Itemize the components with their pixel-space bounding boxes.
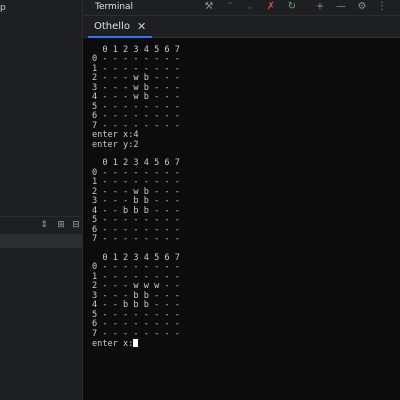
arrow-down-icon[interactable]: ⌄: [243, 0, 257, 14]
text-cursor: [133, 339, 139, 348]
terminal-output: 0 1 2 3 4 5 6 7 0 - - - - - - - - 1 - - …: [92, 45, 180, 350]
arrow-up-icon[interactable]: ⌃: [223, 0, 237, 14]
project-panel: p ⇕ ⊞ ⊟: [0, 0, 83, 400]
tab-othello[interactable]: Othello ✕: [88, 16, 153, 38]
project-panel-label: p: [0, 3, 6, 13]
gear-icon[interactable]: ⚙: [355, 0, 369, 14]
collapse-icon[interactable]: ⊟: [70, 219, 82, 231]
sort-icon[interactable]: ⇕: [38, 219, 50, 231]
build-icon[interactable]: ⚒: [202, 0, 216, 14]
close-icon[interactable]: ✕: [137, 21, 146, 32]
terminal-header: Terminal ⚒ ⌃ ⌄ ✗ ↻ + — ⚙ ⋮: [83, 0, 400, 16]
minimize-icon[interactable]: —: [334, 0, 348, 14]
tab-label: Othello: [94, 20, 130, 32]
tab-bar: Othello ✕: [83, 16, 400, 38]
rerun-icon[interactable]: ↻: [285, 0, 299, 14]
more-icon[interactable]: ⋮: [375, 0, 389, 14]
add-icon[interactable]: +: [313, 0, 327, 14]
terminal-text: 0 1 2 3 4 5 6 7 0 - - - - - - - - 1 - - …: [92, 45, 180, 350]
terminal-title: Terminal: [95, 2, 134, 12]
stop-icon[interactable]: ✗: [264, 0, 278, 14]
selected-row[interactable]: [0, 234, 82, 248]
expand-icon[interactable]: ⊞: [55, 219, 67, 231]
terminal-body[interactable]: 0 1 2 3 4 5 6 7 0 - - - - - - - - 1 - - …: [83, 38, 400, 400]
panel-toolbar: ⇕ ⊞ ⊟: [0, 216, 82, 235]
